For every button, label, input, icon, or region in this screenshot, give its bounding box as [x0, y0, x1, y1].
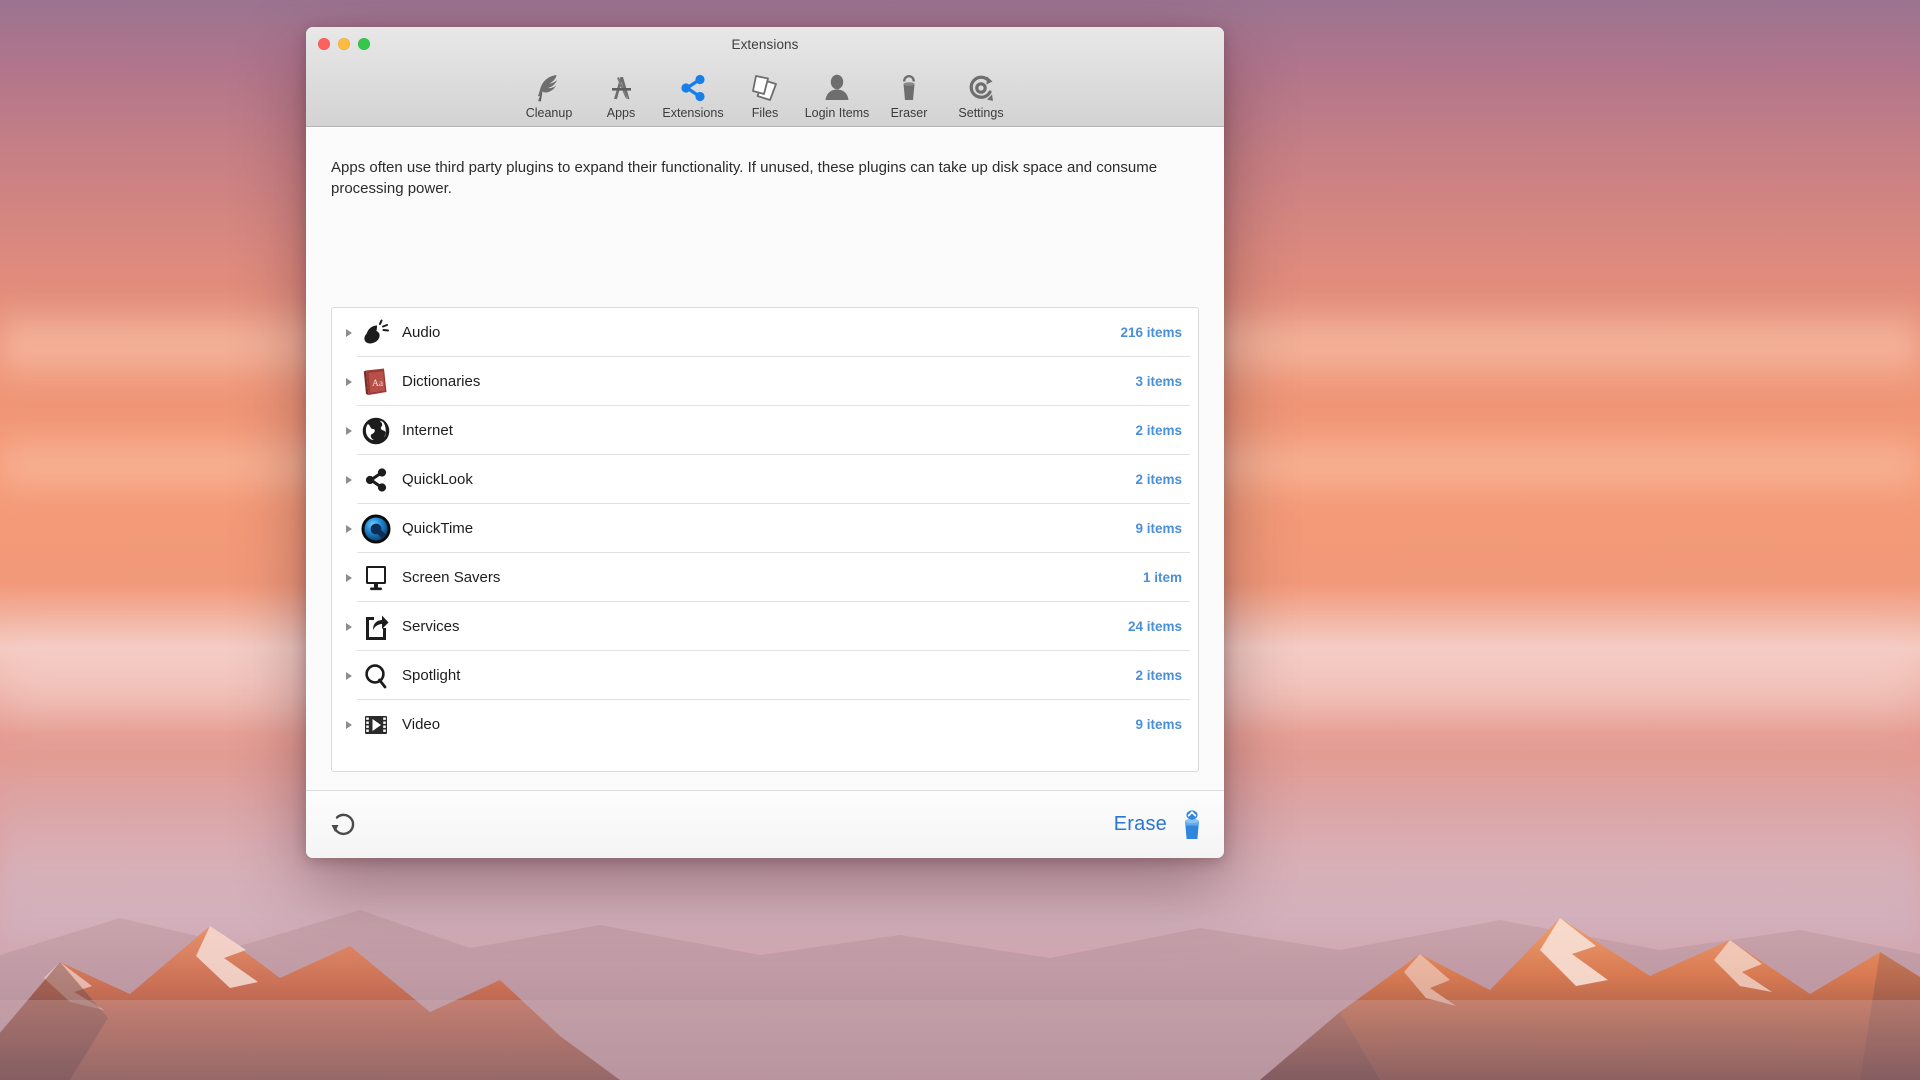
row-count: 9 items: [1135, 717, 1182, 732]
table-row[interactable]: Screen Savers 1 item: [332, 553, 1198, 602]
toolbar-item-apps[interactable]: Apps: [585, 71, 657, 122]
erase-button[interactable]: Erase: [1114, 809, 1206, 841]
table-row[interactable]: Internet 2 items: [332, 406, 1198, 455]
table-row[interactable]: Audio 216 items: [332, 308, 1198, 357]
toolbar-label: Files: [751, 106, 779, 120]
toolbar-item-login-items[interactable]: Login Items: [801, 71, 873, 122]
page-description: Apps often use third party plugins to ex…: [331, 159, 1158, 198]
row-count: 2 items: [1135, 668, 1182, 683]
row-label: Screen Savers: [402, 569, 501, 586]
table-row[interactable]: Video 9 items: [332, 700, 1198, 749]
table-row[interactable]: Spotlight 2 items: [332, 651, 1198, 700]
row-label: Video: [402, 716, 441, 733]
film-play-icon: [360, 709, 392, 741]
toolbar-item-settings[interactable]: Settings: [945, 71, 1017, 122]
toolbar-item-eraser[interactable]: Eraser: [873, 71, 945, 122]
toolbar-label: Cleanup: [525, 106, 573, 120]
toolbar-label: Settings: [958, 106, 1004, 120]
share-arrow-box-icon: [360, 611, 392, 643]
row-label: QuickTime: [402, 520, 474, 537]
toolbar-label: Eraser: [890, 106, 928, 120]
disclosure-triangle-icon[interactable]: [340, 328, 358, 337]
row-label: Spotlight: [402, 667, 461, 684]
toolbar-item-cleanup[interactable]: Cleanup: [513, 71, 585, 122]
window-chrome: Extensions Cleanup Apps Extensions Files…: [306, 27, 1224, 127]
disclosure-triangle-icon[interactable]: [340, 475, 358, 484]
window-title: Extensions: [731, 37, 799, 52]
disclosure-triangle-icon[interactable]: [340, 573, 358, 582]
disclosure-triangle-icon[interactable]: [340, 671, 358, 680]
globe-icon: [360, 415, 392, 447]
app-window: Extensions Cleanup Apps Extensions Files…: [306, 27, 1224, 858]
quicktime-icon: [360, 513, 392, 545]
content-area: Apps often use third party plugins to ex…: [306, 128, 1224, 790]
toolbar-label: Login Items: [804, 106, 870, 120]
table-row[interactable]: Aa Dictionaries 3 items: [332, 357, 1198, 406]
row-label: Audio: [402, 324, 441, 341]
row-count: 9 items: [1135, 521, 1182, 536]
feather-icon: [534, 71, 564, 105]
display-icon: [360, 562, 392, 594]
disclosure-triangle-icon[interactable]: [340, 622, 358, 631]
person-icon: [822, 71, 852, 105]
desktop-wallpaper: Extensions Cleanup Apps Extensions Files…: [0, 0, 1920, 1080]
app-store-icon: [605, 71, 637, 105]
table-row[interactable]: QuickTime 9 items: [332, 504, 1198, 553]
row-label: Internet: [402, 422, 453, 439]
toolbar-item-extensions[interactable]: Extensions: [657, 71, 729, 122]
share-node-icon: [360, 464, 392, 496]
row-label: Services: [402, 618, 460, 635]
blue-trash-can-icon: [1185, 809, 1199, 839]
toolbar: Cleanup Apps Extensions Files Login Item…: [306, 71, 1224, 122]
table-row[interactable]: QuickLook 2 items: [332, 455, 1198, 504]
row-count: 3 items: [1135, 374, 1182, 389]
disclosure-triangle-icon[interactable]: [340, 524, 358, 533]
erase-label: Erase: [1113, 813, 1167, 835]
toolbar-label: Apps: [606, 106, 636, 120]
documents-icon: [750, 71, 780, 105]
gear-loop-icon: [965, 71, 997, 105]
row-label: QuickLook: [402, 471, 473, 488]
share-node-icon: [677, 71, 709, 105]
refresh-button[interactable]: [328, 810, 358, 840]
extensions-list: Audio 216 items Aa Dictionaries 3 items …: [331, 307, 1199, 772]
magnifier-icon: [360, 660, 392, 692]
toolbar-item-files[interactable]: Files: [729, 71, 801, 122]
disclosure-triangle-icon[interactable]: [340, 426, 358, 435]
row-count: 2 items: [1135, 423, 1182, 438]
row-label: Dictionaries: [402, 373, 481, 390]
row-count: 2 items: [1135, 472, 1182, 487]
disclosure-triangle-icon[interactable]: [340, 377, 358, 386]
refresh-circular-arrow-icon: [331, 813, 355, 835]
dictionary-book-icon: Aa: [360, 366, 392, 398]
row-count: 1 item: [1142, 570, 1182, 585]
row-count: 216 items: [1120, 325, 1182, 340]
footer-bar: Erase: [306, 790, 1224, 858]
disclosure-triangle-icon[interactable]: [340, 720, 358, 729]
trash-can-icon: [894, 71, 924, 105]
toolbar-label: Extensions: [662, 106, 724, 120]
row-count: 24 items: [1127, 619, 1182, 634]
table-row[interactable]: Services 24 items: [332, 602, 1198, 651]
audio-plugin-icon: [360, 317, 392, 349]
svg-text:Aa: Aa: [372, 379, 384, 389]
